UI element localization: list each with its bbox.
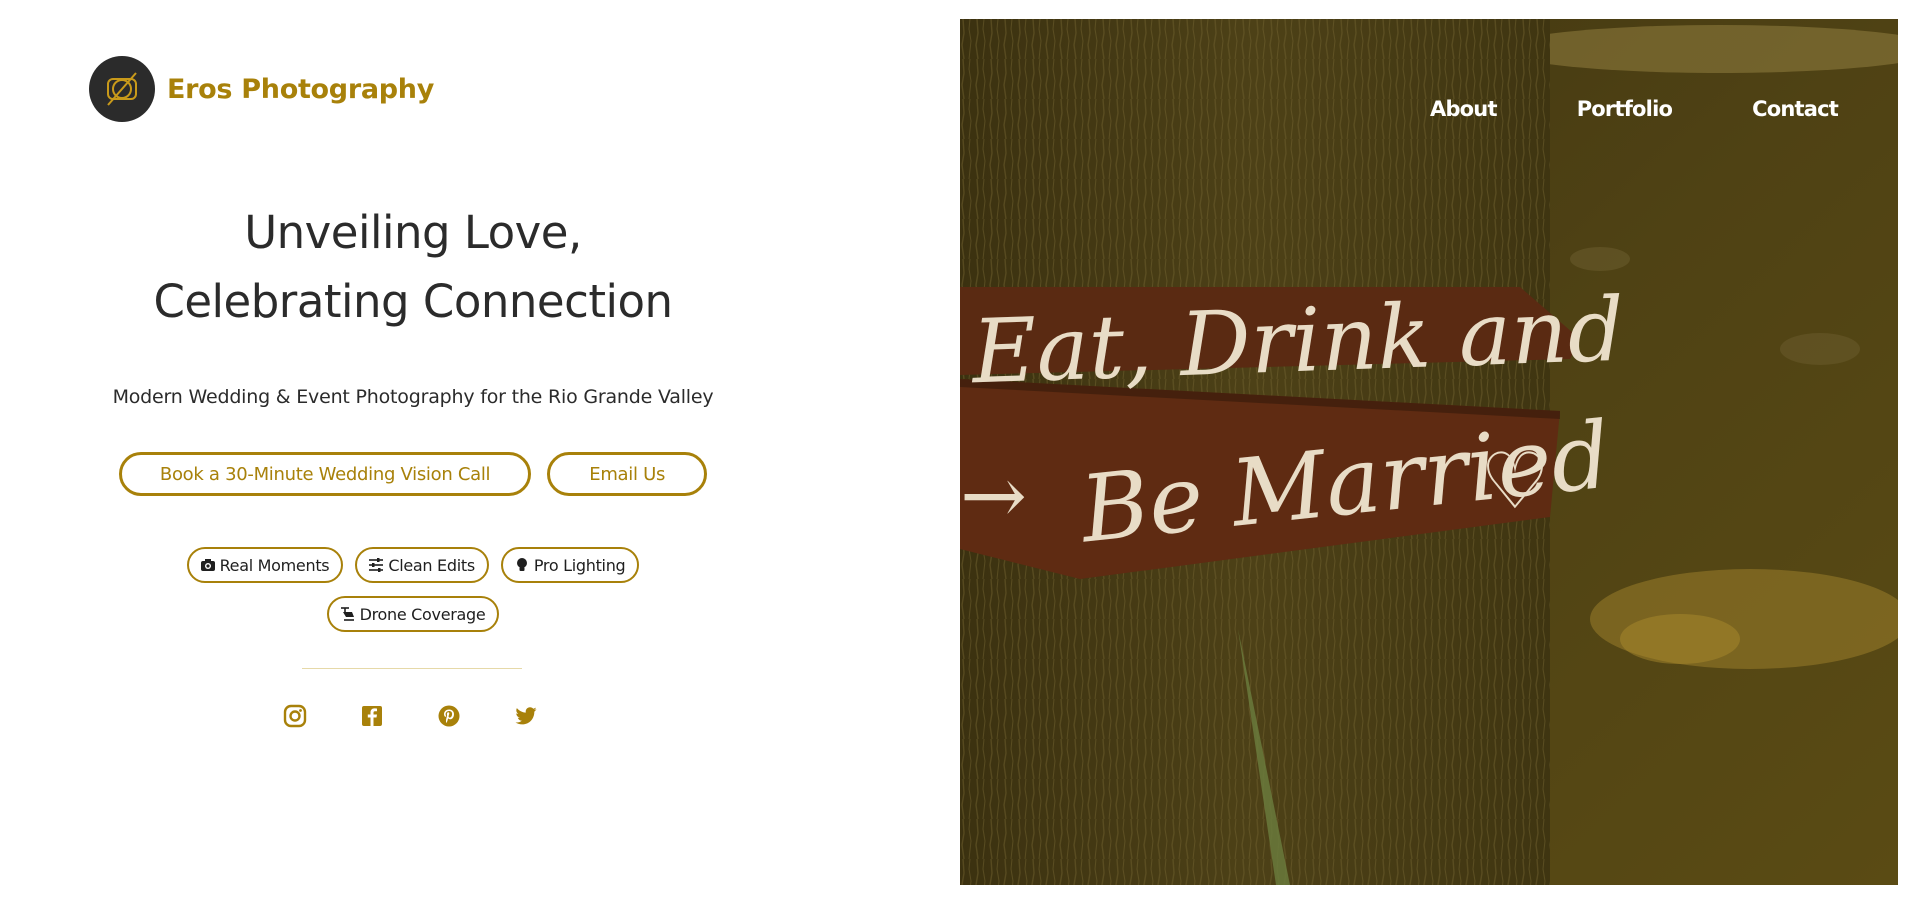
feature-label: Drone Coverage bbox=[359, 604, 486, 624]
main-nav: About Portfolio Contact bbox=[1430, 97, 1839, 121]
brand-name: Eros Photography bbox=[167, 73, 435, 105]
instagram-icon[interactable] bbox=[283, 704, 307, 728]
feature-chip-drone-coverage: Drone Coverage bbox=[326, 596, 500, 632]
hero-title: Unveiling Love, Celebrating Connection bbox=[60, 198, 766, 336]
sliders-icon bbox=[369, 558, 384, 572]
nav-contact[interactable]: Contact bbox=[1752, 97, 1839, 121]
twitter-icon[interactable] bbox=[514, 704, 538, 728]
divider bbox=[302, 668, 522, 669]
nav-about[interactable]: About bbox=[1430, 97, 1497, 121]
cta-row: Book a 30-Minute Wedding Vision Call Ema… bbox=[60, 452, 766, 496]
feature-chips: Real Moments Clean Edits Pro Lighting Dr… bbox=[150, 547, 676, 632]
facebook-icon[interactable] bbox=[360, 704, 384, 728]
hero-title-line-2: Celebrating Connection bbox=[153, 275, 673, 328]
feature-chip-pro-lighting: Pro Lighting bbox=[500, 547, 640, 583]
nav-portfolio[interactable]: Portfolio bbox=[1577, 97, 1673, 121]
feature-chip-clean-edits: Clean Edits bbox=[355, 547, 489, 583]
pinterest-icon[interactable] bbox=[437, 704, 461, 728]
brand[interactable]: Eros Photography bbox=[89, 56, 434, 122]
hero-photo: Eat, Drink and Be Married → ♡ About Port… bbox=[960, 19, 1898, 885]
drone-icon bbox=[340, 607, 354, 621]
hero-subtitle: Modern Wedding & Event Photography for t… bbox=[112, 386, 714, 408]
email-us-button[interactable]: Email Us bbox=[547, 452, 708, 496]
arrow-left-glyph: → bbox=[960, 449, 1028, 542]
heart-glyph: ♡ bbox=[1480, 437, 1550, 527]
feature-label: Pro Lighting bbox=[533, 555, 626, 575]
camera-icon bbox=[200, 559, 215, 571]
feature-chip-real-moments: Real Moments bbox=[186, 547, 344, 583]
feature-label: Clean Edits bbox=[388, 555, 475, 575]
camera-aperture-icon bbox=[89, 56, 155, 122]
hero-title-line-1: Unveiling Love, bbox=[244, 206, 582, 259]
book-call-button[interactable]: Book a 30-Minute Wedding Vision Call bbox=[118, 452, 532, 496]
social-links bbox=[283, 704, 538, 728]
lightbulb-icon bbox=[516, 558, 527, 571]
feature-label: Real Moments bbox=[219, 555, 330, 575]
